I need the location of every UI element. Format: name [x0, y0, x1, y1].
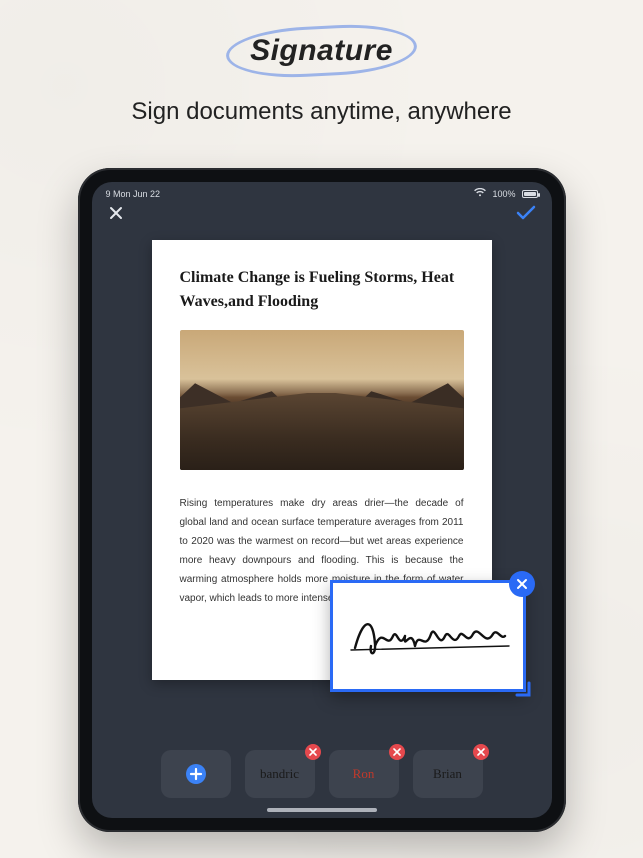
- close-icon: [393, 748, 401, 756]
- signature-tray: bandric Ron Brian: [92, 750, 552, 798]
- confirm-button[interactable]: [516, 205, 536, 226]
- close-icon: [477, 748, 485, 756]
- signature-resize-handle[interactable]: [513, 679, 531, 697]
- plus-icon: [185, 763, 207, 785]
- add-signature-button[interactable]: [161, 750, 231, 798]
- tablet-frame: 9 Mon Jun 22 100% Climate Change is Fuel…: [78, 168, 566, 832]
- tagline: Sign documents anytime, anywhere: [0, 98, 643, 126]
- delete-signature-button[interactable]: [389, 744, 405, 760]
- document-title: Climate Change is Fueling Storms, Heat W…: [180, 266, 464, 314]
- close-icon: [309, 748, 317, 756]
- home-indicator[interactable]: [267, 808, 377, 812]
- battery-percent: 100%: [492, 189, 515, 199]
- battery-icon: [522, 190, 538, 198]
- close-button[interactable]: [108, 205, 124, 226]
- status-bar: 9 Mon Jun 22 100%: [92, 182, 552, 201]
- status-time: 9 Mon Jun 22: [106, 189, 161, 199]
- close-icon: [108, 205, 124, 221]
- editor-topbar: [92, 201, 552, 234]
- delete-signature-button[interactable]: [473, 744, 489, 760]
- saved-signature-3[interactable]: Brian: [413, 750, 483, 798]
- saved-signature-label: bandric: [260, 766, 299, 782]
- saved-signature-label: Ron: [353, 766, 375, 782]
- brand-title: Signature: [250, 34, 393, 68]
- check-icon: [516, 205, 536, 221]
- delete-signature-button[interactable]: [305, 744, 321, 760]
- wifi-icon: [474, 188, 486, 199]
- marketing-header: Signature Sign documents anytime, anywhe…: [0, 0, 643, 126]
- tablet-screen: 9 Mon Jun 22 100% Climate Change is Fuel…: [92, 182, 552, 818]
- resize-handle-icon: [513, 679, 531, 697]
- signature-ink: [333, 583, 523, 689]
- document-hero-image: [180, 330, 464, 470]
- saved-signature-2[interactable]: Ron: [329, 750, 399, 798]
- brand-badge: Signature: [232, 28, 411, 74]
- saved-signature-1[interactable]: bandric: [245, 750, 315, 798]
- signature-overlay[interactable]: [330, 580, 526, 692]
- saved-signature-label: Brian: [433, 766, 462, 782]
